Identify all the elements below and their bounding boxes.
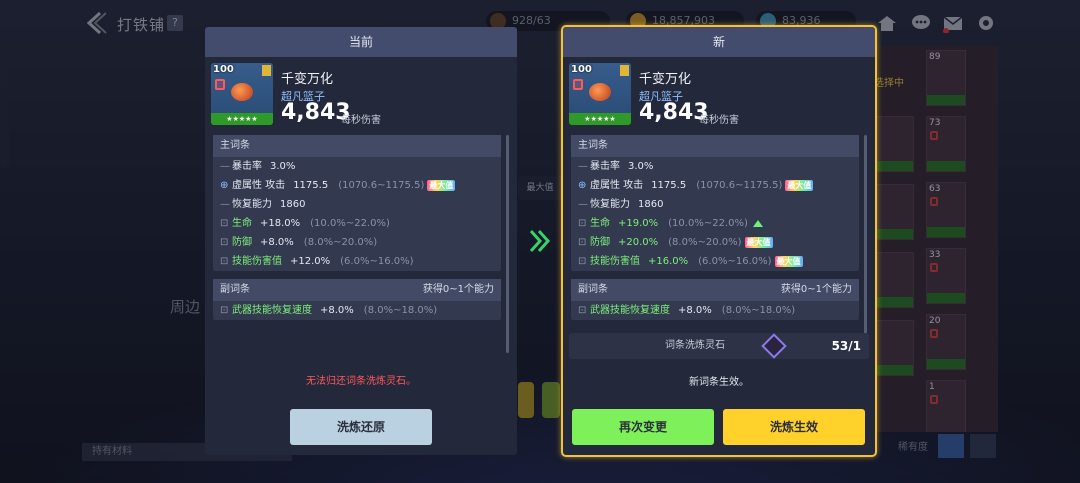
unlock-icon: ⊕ [220, 180, 229, 191]
lock-icon: ⊡ [220, 237, 229, 248]
stat-row: — 恢复能力 1860 [220, 199, 306, 210]
bookmark-icon [262, 65, 271, 76]
stat-row: ⊡ 技能伤害值 +12.0% (6.0%~16.0%) [213, 252, 501, 271]
main-stats-section: 主词条 — 暴击率 3.0% ⊕ 虚属性 攻击 1175.5 (1070.6~1175.5… [213, 135, 501, 271]
refine-stone-count: 53/1 [831, 339, 861, 353]
stat-row: ⊡ 武器技能恢复速度 +8.0% (8.0%~18.0%) [213, 301, 501, 320]
lock-icon: ⊡ [220, 218, 229, 229]
basket-weapon-icon [589, 83, 611, 101]
change-again-button[interactable]: 再次变更 [572, 409, 714, 445]
stat-row: ⊡ 生命 +19.0% (10.0%~22.0%) [571, 214, 859, 233]
current-panel: 当前 100 ★★★★★ 千变万化 超凡篮子 4,843 每秒伤害 主词条 — 暴… [205, 27, 517, 455]
stat-row: — 恢复能力 1860 [578, 199, 664, 210]
double-chevron-right-icon [529, 229, 551, 253]
new-panel: 新 100 ★★★★★ 千变万化 超凡篮子 4,843 每秒伤害 主词条 — 暴击… [563, 27, 875, 455]
star-rating: ★★★★★ [569, 113, 631, 125]
item-icon: 100 ★★★★★ [211, 63, 273, 125]
item-name: 千变万化 [281, 72, 334, 87]
new-panel-header: 新 [563, 27, 875, 57]
star-rating: ★★★★★ [211, 113, 273, 125]
main-stats-header: 主词条 [571, 135, 859, 157]
item-name: 千变万化 [639, 72, 692, 87]
effect-text: 新词条生效。 [689, 377, 749, 388]
damage-label: 每秒伤害 [699, 115, 739, 126]
current-panel-header: 当前 [205, 27, 517, 57]
warning-text: 无法归还词条洗炼灵石。 [306, 376, 416, 387]
refine-stone-label: 词条洗炼灵石 [665, 340, 725, 351]
increase-arrow-icon [752, 219, 763, 227]
restore-button[interactable]: 洗炼还原 [290, 409, 432, 445]
sub-stats-header: 副词条 获得0~1个能力 [571, 279, 859, 301]
lock-icon: ⊡ [220, 305, 229, 316]
main-stats-section: 主词条 — 暴击率 3.0% ⊕ 虚属性 攻击 1175.5 (1070.6~1175.5… [571, 135, 859, 271]
lock-icon: ⊡ [578, 237, 587, 248]
bookmark-icon [620, 65, 629, 76]
lock-icon: ⊡ [220, 256, 229, 267]
lock-icon [215, 79, 225, 90]
stat-row: ⊡ 武器技能恢复速度 +8.0% (8.0%~18.0%) [571, 301, 859, 320]
damage-label: 每秒伤害 [341, 115, 381, 126]
item-level: 100 [571, 64, 592, 75]
stat-row: ⊕ 虚属性 攻击 1175.5 (1070.6~1175.5) 最大值 [571, 176, 859, 195]
sub-stats-section: 副词条 获得0~1个能力 ⊡ 武器技能恢复速度 +8.0% (8.0%~18.0%) [571, 279, 859, 320]
lock-icon: ⊡ [578, 305, 587, 316]
stat-row: — 暴击率 3.0% [220, 161, 296, 172]
scrollbar[interactable] [506, 135, 509, 353]
refine-stone-row: 词条洗炼灵石 53/1 [569, 333, 869, 359]
stat-row: — 暴击率 3.0% [578, 161, 654, 172]
sub-stats-section: 副词条 获得0~1个能力 ⊡ 武器技能恢复速度 +8.0% (8.0%~18.0%) [213, 279, 501, 320]
unlock-icon: ⊕ [578, 180, 587, 191]
main-stats-header: 主词条 [213, 135, 501, 157]
stat-row: ⊕ 虚属性 攻击 1175.5 (1070.6~1175.5) 最大值 [213, 176, 501, 195]
lock-icon: ⊡ [578, 256, 587, 267]
basket-weapon-icon [231, 83, 253, 101]
lock-icon [573, 79, 583, 90]
stat-row: ⊡ 防御 +20.0% (8.0%~20.0%) 最大值 [571, 233, 859, 252]
refine-stone-icon [761, 333, 787, 359]
item-level: 100 [213, 64, 234, 75]
stat-row: ⊡ 防御 +8.0% (8.0%~20.0%) [213, 233, 501, 252]
lock-icon: ⊡ [578, 218, 587, 229]
stat-row: ⊡ 生命 +18.0% (10.0%~22.0%) [213, 214, 501, 233]
apply-refine-button[interactable]: 洗炼生效 [723, 409, 865, 445]
item-icon: 100 ★★★★★ [569, 63, 631, 125]
scrollbar[interactable] [864, 135, 867, 353]
sub-stats-header: 副词条 获得0~1个能力 [213, 279, 501, 301]
stat-row: ⊡ 技能伤害值 +16.0% (6.0%~16.0%) 最大值 [571, 252, 859, 271]
